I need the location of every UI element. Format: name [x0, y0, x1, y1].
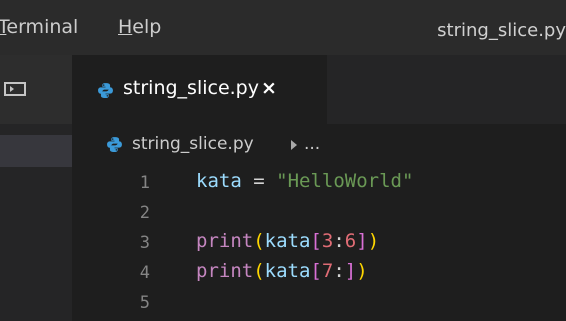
code-token: kata: [264, 230, 311, 252]
code-token: ]: [344, 260, 357, 282]
menu-terminal-rest: erminal: [6, 16, 79, 38]
code-text: kata = "HelloWorld": [196, 170, 413, 192]
tab-string-slice[interactable]: string_slice.py ×: [72, 55, 327, 124]
window-title: string_slice.py: [437, 20, 566, 41]
menu-help[interactable]: Help: [118, 16, 161, 38]
sidebar-selected-item[interactable]: [0, 135, 72, 167]
code-line[interactable]: 4 print(kata[7:]): [72, 260, 566, 290]
menu-help-mnemonic: H: [118, 16, 133, 38]
code-text: print(kata[7:]): [196, 260, 368, 282]
code-token: ): [367, 230, 380, 252]
code-token: [: [310, 230, 322, 252]
sidebar-header: [0, 55, 72, 124]
code-token: ): [356, 260, 368, 282]
code-token: 7: [321, 260, 334, 282]
code-token: [: [310, 260, 322, 282]
chevron-right-icon: [291, 140, 297, 150]
vscode-window: Terminal Help string_slice.py string_sli…: [0, 0, 566, 321]
tab-close-button[interactable]: ×: [261, 77, 277, 99]
code-token: print: [196, 230, 254, 252]
line-number: 2: [139, 203, 150, 223]
line-number: 5: [139, 293, 150, 313]
code-token: :: [333, 260, 345, 282]
line-number: 1: [139, 173, 150, 193]
code-token: kata: [196, 170, 242, 192]
code-line[interactable]: 1 kata = "HelloWorld": [72, 170, 566, 200]
line-number: 4: [139, 263, 150, 283]
tab-label: string_slice.py: [123, 77, 259, 99]
code-text: print(kata[3:6]): [196, 230, 379, 252]
code-token: ]: [356, 230, 368, 252]
open-editors-icon[interactable]: [4, 82, 26, 96]
code-line[interactable]: 5: [72, 290, 566, 320]
code-token: 3: [321, 230, 334, 252]
line-number: 3: [139, 233, 150, 253]
code-token: :: [333, 230, 345, 252]
code-token: (: [253, 260, 265, 282]
code-token: (: [253, 230, 265, 252]
code-token: "HelloWorld": [276, 170, 414, 192]
code-token: print: [196, 260, 254, 282]
code-line[interactable]: 3 print(kata[3:6]): [72, 230, 566, 260]
menu-terminal[interactable]: Terminal: [0, 16, 78, 38]
sidebar: [0, 55, 72, 321]
tab-bar: string_slice.py ×: [72, 55, 566, 124]
menu-help-rest: elp: [132, 16, 162, 38]
code-line[interactable]: 2: [72, 200, 566, 230]
python-icon: [98, 83, 113, 98]
menu-bar: Terminal Help string_slice.py: [0, 0, 566, 55]
code-token: kata: [264, 260, 311, 282]
code-token: =: [253, 170, 265, 192]
code-editor[interactable]: 1 kata = "HelloWorld" 2 3 print(kata[3:6]) 4 p…: [72, 164, 566, 321]
breadcrumb-symbols[interactable]: ...: [304, 134, 320, 154]
breadcrumb: string_slice.py ...: [72, 124, 566, 164]
code-token: 6: [344, 230, 357, 252]
breadcrumb-file[interactable]: string_slice.py: [132, 134, 254, 154]
python-icon: [107, 137, 122, 152]
